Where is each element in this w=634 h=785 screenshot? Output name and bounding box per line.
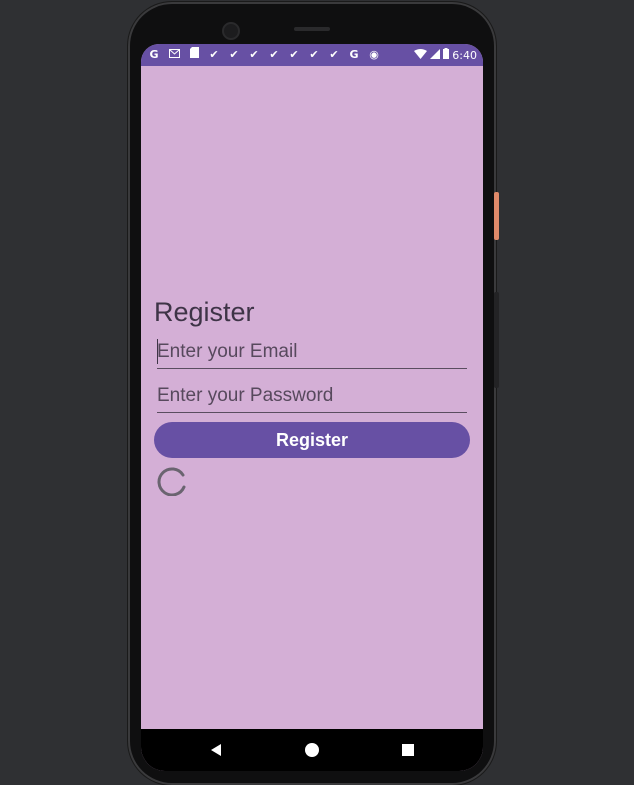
signal-icon [430, 48, 441, 62]
wifi-icon [414, 48, 428, 62]
email-field[interactable] [157, 339, 467, 369]
power-button[interactable] [494, 192, 499, 240]
text-cursor [157, 339, 158, 364]
front-camera [222, 22, 240, 40]
check-icon: ✔ [289, 48, 299, 61]
register-form: Register Register [141, 66, 483, 729]
circle-icon: ◉ [369, 48, 379, 61]
gmail-icon [167, 44, 181, 66]
home-circle-icon[interactable] [303, 741, 321, 759]
google-g-icon: G [349, 48, 359, 61]
battery-icon [443, 48, 450, 62]
volume-button[interactable] [494, 292, 499, 388]
check-icon: ✔ [249, 48, 259, 61]
sd-card-icon [187, 44, 201, 66]
notification-icons: G ✔ ✔ ✔ ✔ ✔ ✔ ✔ G ◉ [147, 44, 414, 66]
check-icon: ✔ [209, 48, 219, 61]
password-field[interactable] [157, 383, 467, 413]
loading-spinner-icon [157, 467, 186, 496]
google-g-icon: G [149, 48, 159, 61]
status-bar: G ✔ ✔ ✔ ✔ ✔ ✔ ✔ G ◉ 6:40 [141, 44, 483, 66]
check-icon: ✔ [329, 48, 339, 61]
page-title: Register [154, 297, 255, 327]
back-triangle-icon[interactable] [207, 741, 225, 759]
device-screen: G ✔ ✔ ✔ ✔ ✔ ✔ ✔ G ◉ 6:40 Register Enter … [141, 44, 483, 771]
check-icon: ✔ [309, 48, 319, 61]
navigation-bar [141, 729, 483, 771]
register-button[interactable]: Register [154, 422, 470, 458]
system-status: 6:40 [414, 48, 477, 62]
recents-square-icon[interactable] [399, 741, 417, 759]
earpiece-speaker [294, 27, 330, 31]
check-icon: ✔ [229, 48, 239, 61]
check-icon: ✔ [269, 48, 279, 61]
clock: 6:40 [452, 48, 477, 62]
